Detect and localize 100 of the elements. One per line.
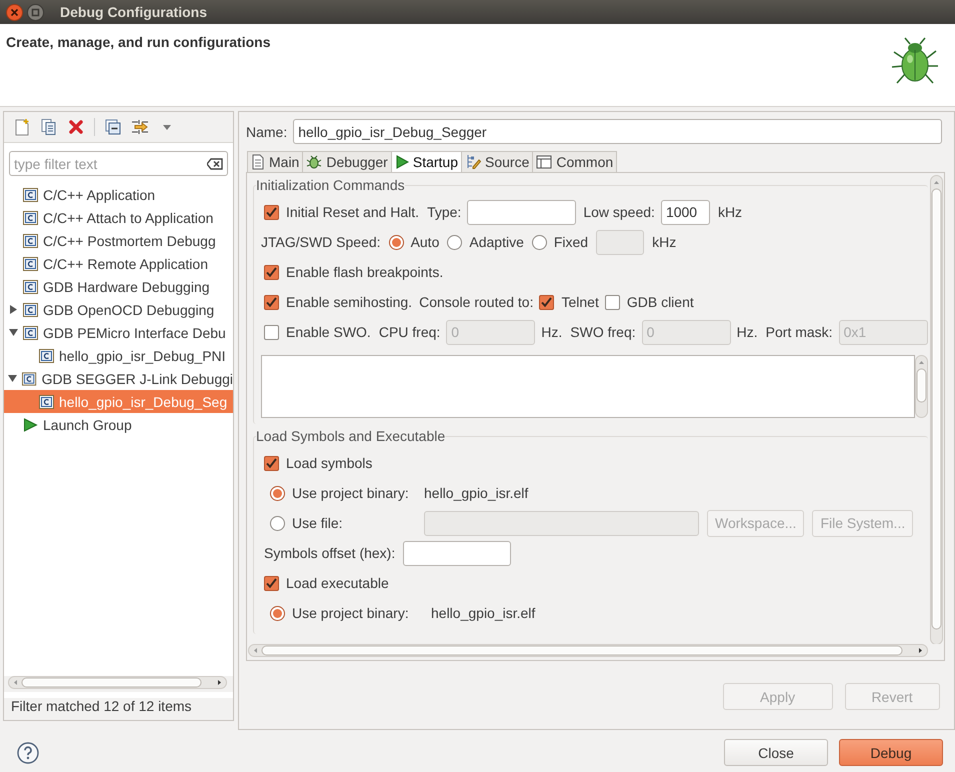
scrollbar[interactable] — [930, 175, 943, 644]
radio-button[interactable] — [270, 486, 285, 500]
config-icon — [23, 234, 38, 248]
file-name: hello_gpio_isr.elf — [431, 605, 536, 621]
name-field[interactable]: hello_gpio_isr_Debug_Segger — [293, 119, 942, 144]
tree-item[interactable]: GDB OpenOCD Debugging — [4, 298, 233, 321]
tree-item[interactable]: C/C++ Attach to Application — [4, 206, 233, 229]
scrollbar[interactable] — [914, 355, 928, 418]
checkbox-label: Load symbols — [286, 455, 372, 471]
unit-label: Hz. — [736, 324, 758, 340]
field-label: CPU freq: — [378, 324, 440, 340]
checkbox-label: Initial Reset and Halt. — [286, 204, 420, 220]
config-icon — [23, 280, 38, 294]
tab[interactable]: Startup — [390, 151, 462, 172]
collapse-all-icon[interactable] — [104, 118, 122, 136]
minimize-icon[interactable] — [27, 4, 44, 20]
delete-icon[interactable] — [67, 118, 85, 136]
radio-label: Use file: — [292, 515, 343, 531]
table-icon — [536, 155, 552, 169]
field-label: JTAG/SWD Speed: — [261, 234, 381, 250]
text-field[interactable]: 1000 — [660, 200, 710, 224]
field-label: Symbols offset (hex): — [264, 545, 396, 561]
radio-button[interactable] — [532, 234, 547, 250]
filter-icon[interactable] — [131, 118, 149, 136]
tree-item[interactable]: C/C++ Application — [4, 183, 233, 206]
tree-item[interactable]: C/C++ Remote Application — [4, 252, 233, 275]
tree-item[interactable]: C/C++ Postmortem Debugg — [4, 229, 233, 252]
radio-button[interactable] — [447, 234, 462, 250]
tab[interactable]: Common — [532, 151, 618, 172]
help-icon[interactable] — [17, 742, 39, 764]
radio-label: Fixed — [554, 234, 588, 250]
document-icon — [251, 154, 265, 170]
radio-label: Use project binary: — [292, 605, 409, 621]
checkbox[interactable] — [264, 324, 279, 340]
file-name: hello_gpio_isr.elf — [424, 485, 528, 501]
radio-label: Use project binary: — [292, 485, 409, 501]
group-title: Load Symbols and Executable — [256, 428, 446, 444]
clear-icon[interactable] — [207, 158, 223, 170]
expanded-arrow-icon[interactable] — [8, 328, 18, 337]
expanded-arrow-icon[interactable] — [8, 374, 18, 383]
field-label: Port mask: — [766, 324, 833, 340]
checkbox-label: Load executable — [286, 575, 389, 591]
radio-button[interactable] — [270, 516, 285, 530]
source-icon — [465, 154, 481, 170]
field-label: Console routed to: — [419, 294, 534, 310]
config-icon — [22, 372, 37, 386]
checkbox-label: GDB client — [626, 294, 694, 310]
config-icon — [39, 348, 54, 362]
unit-label: Hz. — [541, 324, 562, 340]
close-icon[interactable] — [6, 4, 23, 20]
window-title: Debug Configurations — [60, 4, 207, 20]
unit-label: kHz — [652, 234, 676, 250]
scrollbar[interactable] — [248, 644, 928, 657]
checkbox[interactable] — [264, 294, 279, 310]
tab[interactable]: Debugger — [302, 151, 392, 172]
tree-item[interactable]: GDB Hardware Debugging — [4, 275, 233, 298]
checkbox-label: Enable SWO. — [286, 324, 371, 340]
text-field[interactable] — [467, 200, 576, 224]
tree-item[interactable]: GDB PEMicro Interface Debu — [4, 321, 233, 344]
tab[interactable]: Source — [461, 151, 534, 172]
field-label: SWO freq: — [570, 324, 636, 340]
checkbox[interactable] — [264, 204, 279, 220]
checkbox-label: Enable flash breakpoints. — [286, 264, 444, 280]
radio-label: Auto — [410, 234, 440, 250]
field-label: Type: — [427, 204, 462, 220]
status-text: Filter matched 12 of 12 items — [4, 698, 233, 720]
config-icon — [23, 210, 38, 224]
checkbox[interactable] — [264, 456, 279, 470]
new-file-icon[interactable] — [13, 118, 31, 136]
checkbox[interactable] — [604, 294, 620, 310]
checkbox-label: Enable semihosting. — [286, 294, 412, 310]
checkbox[interactable] — [539, 294, 554, 310]
unit-label: kHz — [718, 204, 742, 220]
field-label: Low speed: — [583, 204, 655, 220]
checkbox-label: Telnet — [561, 294, 599, 310]
config-icon — [23, 256, 38, 270]
tree-item[interactable]: GDB SEGGER J-Link Debuggi — [4, 367, 233, 390]
tree-item[interactable]: hello_gpio_isr_Debug_PNI — [4, 344, 233, 367]
config-icon — [39, 394, 54, 408]
play-icon — [394, 155, 409, 169]
checkbox[interactable] — [264, 264, 279, 280]
config-icon — [23, 188, 38, 202]
copy-icon[interactable] — [40, 118, 58, 136]
scrollbar[interactable] — [8, 676, 227, 689]
dialog-button[interactable]: Debug — [839, 739, 943, 766]
tree-item[interactable]: Launch Group — [4, 413, 233, 436]
dialog-heading: Create, manage, and run configurations — [6, 34, 270, 52]
dialog-button[interactable]: Close — [724, 739, 828, 766]
checkbox[interactable] — [264, 576, 279, 590]
field-label: Name: — [246, 124, 288, 140]
config-icon — [23, 326, 38, 340]
radio-button[interactable] — [270, 606, 285, 620]
radio-button[interactable] — [388, 234, 404, 250]
collapsed-arrow-icon[interactable] — [8, 305, 18, 314]
bug-icon — [306, 154, 322, 170]
tab[interactable]: Main — [247, 151, 304, 172]
text-field[interactable] — [403, 540, 512, 566]
radio-label: Adaptive — [469, 234, 524, 250]
config-icon — [23, 302, 38, 316]
group-title: Initialization Commands — [256, 177, 405, 193]
